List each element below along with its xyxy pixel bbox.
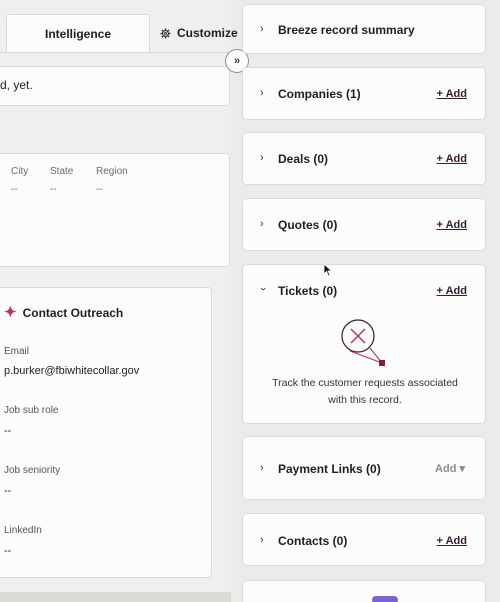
contact-outreach-title: Contact Outreach — [22, 305, 124, 320]
companies-title[interactable]: Companies (1) — [278, 87, 361, 101]
chevron-right-icon[interactable]: › — [260, 87, 264, 99]
contacts-title[interactable]: Contacts (0) — [278, 534, 347, 548]
chevron-right-icon[interactable]: › — [260, 23, 264, 35]
payment-links-add-dropdown[interactable]: Add ▾ — [435, 462, 465, 475]
tab-divider — [0, 52, 231, 53]
job-seniority-label: Job seniority — [4, 465, 61, 476]
payment-links-title[interactable]: Payment Links (0) — [278, 462, 381, 476]
ticket-empty-illustration — [341, 319, 385, 366]
sparkle-icon: ✦ — [4, 304, 17, 321]
chevron-right-icon[interactable]: › — [260, 218, 264, 230]
tab-intelligence-label: Intelligence — [44, 26, 112, 41]
chevron-right-icon[interactable]: › — [260, 152, 264, 164]
card-quotes: › Quotes (0) + Add — [242, 198, 486, 251]
notice-card — [0, 66, 230, 106]
city-label: City — [11, 166, 29, 177]
card-tickets: › Tickets (0) + Add Track the customer r… — [242, 264, 486, 424]
email-value[interactable]: p.burker@fbiwhitecollar.gov — [4, 365, 139, 377]
tickets-add-button[interactable]: + Add — [437, 285, 467, 297]
quotes-add-button[interactable]: + Add — [437, 219, 467, 231]
card-contacts: › Contacts (0) + Add — [242, 513, 486, 566]
deals-add-button[interactable]: + Add — [437, 153, 467, 165]
card-deals: › Deals (0) + Add — [242, 132, 486, 185]
notice-text: d, yet. — [0, 78, 33, 92]
chevron-right-icon[interactable]: › — [260, 462, 264, 474]
job-sub-role-label: Job sub role — [4, 405, 59, 416]
mouse-cursor — [323, 263, 333, 277]
region-value: -- — [96, 184, 103, 195]
tickets-empty-line-1: Track the customer requests associated — [272, 377, 458, 389]
card-breeze-record-summary[interactable]: › Breeze record summary — [242, 4, 486, 54]
tab-intelligence[interactable]: Intelligence — [6, 14, 150, 52]
chevron-right-icon[interactable]: › — [260, 534, 264, 546]
deals-title[interactable]: Deals (0) — [278, 152, 328, 166]
contacts-add-button[interactable]: + Add — [437, 535, 467, 547]
linkedin-value: -- — [4, 545, 12, 557]
customize-button[interactable]: Customize — [160, 14, 238, 52]
card-payment-links: › Payment Links (0) Add ▾ — [242, 436, 486, 500]
tickets-empty-message: Track the customer requests associated w… — [243, 375, 487, 409]
contact-outreach-header: ✦ Contact Outreach — [4, 305, 123, 320]
breeze-summary-title[interactable]: Breeze record summary — [278, 23, 415, 37]
region-label: Region — [96, 166, 128, 177]
chevron-down-icon[interactable]: › — [257, 287, 269, 291]
city-value: -- — [11, 184, 18, 195]
gear-icon — [160, 27, 171, 39]
job-sub-role-value: -- — [4, 425, 12, 437]
double-chevron-right-icon: » — [233, 55, 241, 67]
quotes-title[interactable]: Quotes (0) — [278, 218, 337, 232]
companies-add-button[interactable]: + Add — [437, 88, 467, 100]
tickets-empty-line-2: with this record. — [328, 394, 402, 406]
state-value: -- — [50, 184, 57, 195]
state-label: State — [50, 166, 74, 177]
email-label: Email — [4, 346, 30, 357]
linkedin-label: LinkedIn — [4, 525, 42, 536]
tab-bar: Intelligence Customize — [0, 14, 238, 52]
card-partial-bottom — [242, 580, 486, 602]
job-seniority-value: -- — [4, 485, 12, 497]
card-companies: › Companies (1) + Add — [242, 67, 486, 120]
left-bottom-edge — [0, 592, 231, 602]
customize-label: Customize — [177, 26, 238, 40]
status-badge — [372, 596, 398, 602]
tickets-title[interactable]: Tickets (0) — [278, 284, 337, 298]
